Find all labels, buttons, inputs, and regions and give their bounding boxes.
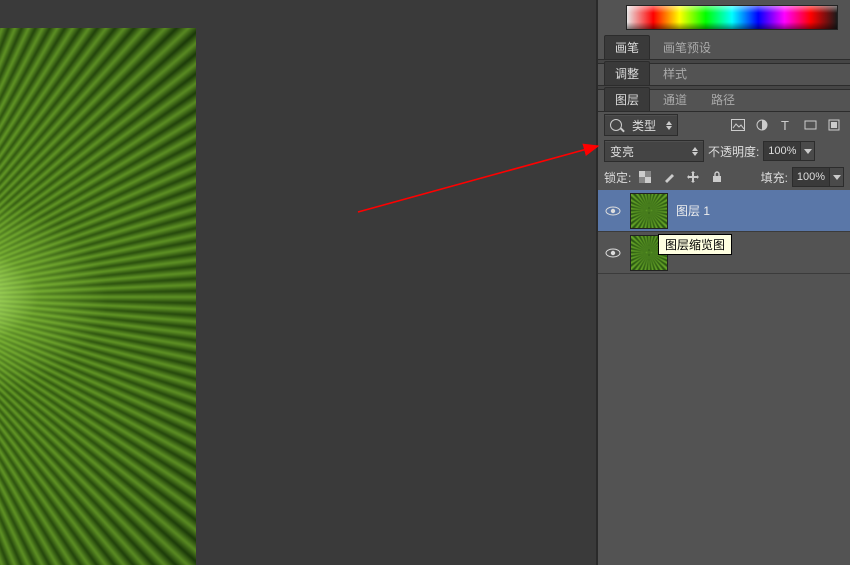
- lock-move-icon[interactable]: [683, 167, 703, 187]
- fill-field[interactable]: [792, 167, 844, 187]
- blend-row: 变亮 不透明度:: [598, 138, 850, 164]
- filter-smart-icon[interactable]: [824, 115, 844, 135]
- updown-icon: [692, 147, 698, 156]
- tab-styles[interactable]: 样式: [652, 61, 698, 85]
- lock-label: 锁定:: [604, 169, 631, 186]
- search-icon: [610, 119, 622, 131]
- tab-brush-presets[interactable]: 画笔预设: [652, 35, 722, 59]
- lock-brush-icon[interactable]: [659, 167, 679, 187]
- filter-shape-icon[interactable]: [800, 115, 820, 135]
- layer-row[interactable]: 图层 1: [598, 190, 850, 232]
- lock-all-icon[interactable]: [707, 167, 727, 187]
- lock-row: 锁定: 填充:: [598, 164, 850, 190]
- filter-text-icon[interactable]: T: [776, 115, 796, 135]
- layer-filter-label: 类型: [632, 117, 656, 134]
- filter-image-icon[interactable]: [728, 115, 748, 135]
- annotation-arrow: [350, 140, 610, 220]
- updown-icon: [666, 121, 672, 130]
- tab-brush[interactable]: 画笔: [604, 35, 650, 59]
- blend-mode-select[interactable]: 变亮: [604, 140, 704, 162]
- layer-thumbnail[interactable]: [630, 193, 668, 229]
- visibility-toggle[interactable]: [604, 202, 622, 220]
- opacity-label: 不透明度:: [708, 143, 759, 160]
- eye-icon: [605, 206, 621, 216]
- thumbnail-tooltip: 图层缩览图: [658, 234, 732, 255]
- layers-tabbar: 图层 通道 路径: [598, 90, 850, 112]
- layer-row[interactable]: 图层缩览图: [598, 232, 850, 274]
- brush-tabbar: 画笔 画笔预设: [598, 38, 850, 60]
- eye-icon: [605, 248, 621, 258]
- opacity-field[interactable]: [763, 141, 815, 161]
- tab-layers[interactable]: 图层: [604, 87, 650, 111]
- opacity-stepper[interactable]: [801, 141, 815, 161]
- layers-list: 图层 1 图层缩览图: [598, 190, 850, 274]
- visibility-toggle[interactable]: [604, 244, 622, 262]
- fill-label: 填充:: [761, 169, 788, 186]
- tab-channels[interactable]: 通道: [652, 87, 698, 111]
- right-panels: 画笔 画笔预设 调整 样式 图层 通道 路径 类型 T 变亮 不透明度:: [597, 0, 850, 565]
- layer-filter-row: 类型 T: [598, 112, 850, 138]
- fill-input[interactable]: [792, 167, 830, 187]
- blend-mode-value: 变亮: [610, 143, 634, 160]
- layer-filter-select[interactable]: 类型: [604, 114, 678, 136]
- filter-adjust-icon[interactable]: [752, 115, 772, 135]
- document-canvas[interactable]: [0, 28, 196, 565]
- tab-adjust[interactable]: 调整: [604, 61, 650, 85]
- tab-paths[interactable]: 路径: [700, 87, 746, 111]
- lock-pixels-icon[interactable]: [635, 167, 655, 187]
- opacity-input[interactable]: [763, 141, 801, 161]
- fill-stepper[interactable]: [830, 167, 844, 187]
- svg-text:T: T: [781, 119, 789, 131]
- adjust-tabbar: 调整 样式: [598, 64, 850, 86]
- color-spectrum[interactable]: [626, 5, 838, 30]
- layer-name: 图层 1: [676, 202, 710, 219]
